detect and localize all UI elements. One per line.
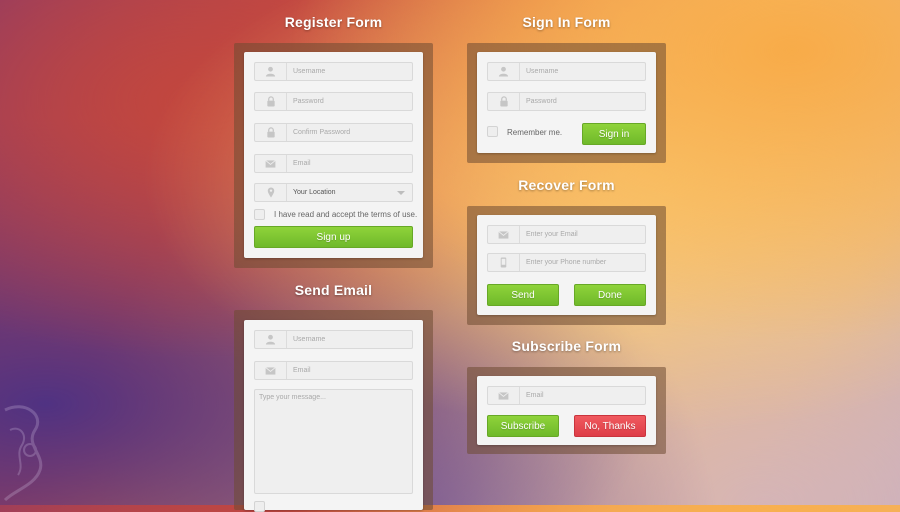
- sign-in-password-placeholder: Password: [526, 98, 557, 105]
- subscribe-email-placeholder: Email: [526, 392, 544, 399]
- recover-form-title: Recover Form: [518, 177, 615, 193]
- register-username-placeholder: Username: [293, 68, 326, 75]
- no-thanks-button[interactable]: No, Thanks: [574, 415, 646, 437]
- chevron-down-icon: [397, 191, 405, 195]
- terms-label: I have read and accept the terms of use.: [274, 210, 418, 219]
- envelope-icon: [255, 155, 287, 172]
- send-email-email-field[interactable]: Email: [254, 361, 413, 380]
- sign-in-form-card: Username Password Remember me. Sign in: [477, 52, 656, 153]
- send-email-checkbox[interactable]: [254, 501, 265, 512]
- register-location-value: Your Location: [293, 189, 336, 196]
- register-form-title: Register Form: [284, 14, 383, 30]
- user-icon: [255, 331, 287, 348]
- send-email-card: Username Email Type your message...: [244, 320, 423, 512]
- sign-in-form-title: Sign In Form: [522, 14, 611, 30]
- decorative-ornament: [3, 405, 43, 502]
- send-button[interactable]: Send: [487, 284, 559, 306]
- register-password-placeholder: Password: [293, 98, 324, 105]
- lock-icon: [488, 93, 520, 110]
- subscribe-form-title: Subscribe Form: [511, 338, 622, 354]
- register-username-field[interactable]: Username: [254, 62, 413, 81]
- register-email-field[interactable]: Email: [254, 154, 413, 173]
- recover-form-card: Enter your Email Enter your Phone number…: [477, 215, 656, 315]
- send-email-username-field[interactable]: Username: [254, 330, 413, 349]
- register-confirm-password-field[interactable]: Confirm Password: [254, 123, 413, 142]
- subscribe-form-card: Email Subscribe No, Thanks: [477, 376, 656, 445]
- send-email-username-placeholder: Username: [293, 336, 326, 343]
- done-button[interactable]: Done: [574, 284, 646, 306]
- sign-up-button[interactable]: Sign up: [254, 226, 413, 248]
- message-textarea[interactable]: Type your message...: [254, 389, 413, 494]
- remember-me-label: Remember me.: [507, 128, 563, 137]
- register-password-field[interactable]: Password: [254, 92, 413, 111]
- subscribe-email-field[interactable]: Email: [487, 386, 646, 405]
- sign-in-username-field[interactable]: Username: [487, 62, 646, 81]
- envelope-icon: [488, 226, 520, 243]
- send-email-email-placeholder: Email: [293, 367, 311, 374]
- user-icon: [488, 63, 520, 80]
- sign-in-username-placeholder: Username: [526, 68, 559, 75]
- recover-email-placeholder: Enter your Email: [526, 231, 578, 238]
- envelope-icon: [488, 387, 520, 404]
- send-email-title: Send Email: [294, 282, 373, 298]
- recover-phone-field[interactable]: Enter your Phone number: [487, 253, 646, 272]
- sign-in-password-field[interactable]: Password: [487, 92, 646, 111]
- terms-checkbox[interactable]: [254, 209, 265, 220]
- remember-me-checkbox[interactable]: [487, 126, 498, 137]
- lock-icon: [255, 93, 287, 110]
- register-form-card: Username Password Confirm Password Email…: [244, 52, 423, 258]
- subscribe-button[interactable]: Subscribe: [487, 415, 559, 437]
- phone-icon: [488, 254, 520, 271]
- sign-in-button[interactable]: Sign in: [582, 123, 646, 145]
- recover-email-field[interactable]: Enter your Email: [487, 225, 646, 244]
- register-confirm-password-placeholder: Confirm Password: [293, 129, 351, 136]
- recover-phone-placeholder: Enter your Phone number: [526, 259, 607, 266]
- lock-icon: [255, 124, 287, 141]
- register-email-placeholder: Email: [293, 160, 311, 167]
- user-icon: [255, 63, 287, 80]
- location-pin-icon: [255, 184, 287, 201]
- message-placeholder: Type your message...: [259, 394, 326, 401]
- envelope-icon: [255, 362, 287, 379]
- register-location-select[interactable]: Your Location: [254, 183, 413, 202]
